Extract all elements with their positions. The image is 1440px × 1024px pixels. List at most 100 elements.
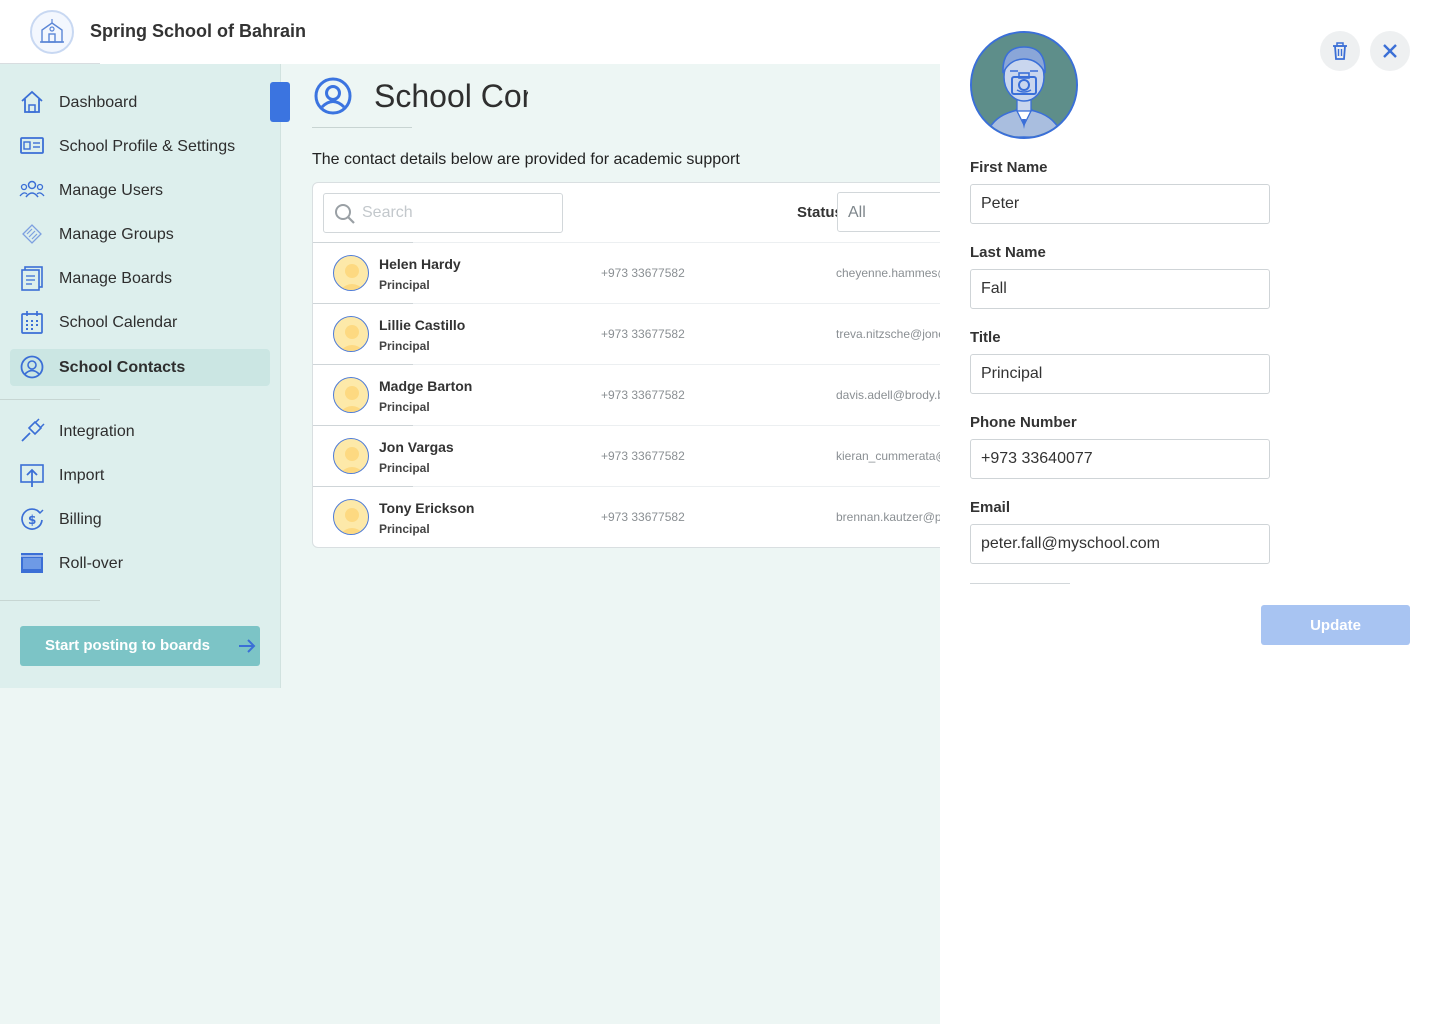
row-divider bbox=[313, 303, 413, 304]
sidebar-item-label: Manage Users bbox=[59, 181, 164, 199]
avatar bbox=[333, 499, 369, 535]
calendar-icon bbox=[19, 309, 45, 335]
contact-email: davis.adell@brody.b bbox=[836, 388, 941, 402]
contact-title: Principal bbox=[379, 461, 430, 475]
row-divider bbox=[313, 364, 413, 365]
contact-title: Principal bbox=[379, 278, 430, 292]
sidebar-item-manage-users[interactable]: Manage Users bbox=[10, 172, 270, 209]
sidebar-item-school-calendar[interactable]: School Calendar bbox=[10, 304, 270, 341]
title-field[interactable] bbox=[970, 354, 1270, 394]
last-name-label: Last Name bbox=[970, 244, 1046, 261]
contact-icon bbox=[314, 77, 352, 115]
close-icon bbox=[1383, 44, 1397, 58]
contact-email: treva.nitzsche@jone bbox=[836, 327, 941, 341]
svg-text:$: $ bbox=[28, 513, 36, 527]
table-row[interactable]: Tony Erickson Principal +973 33677582 br… bbox=[313, 486, 951, 547]
row-divider bbox=[313, 425, 413, 426]
contact-name: Jon Vargas bbox=[379, 439, 454, 455]
last-name-field[interactable] bbox=[970, 269, 1270, 309]
contact-name: Tony Erickson bbox=[379, 500, 475, 516]
avatar bbox=[333, 377, 369, 413]
sidebar-item-label: Import bbox=[59, 466, 105, 484]
search-input[interactable] bbox=[362, 202, 552, 224]
table-row[interactable]: Madge Barton Principal +973 33677582 dav… bbox=[313, 364, 951, 425]
status-filter-value: All bbox=[848, 204, 866, 221]
camera-icon[interactable] bbox=[1010, 72, 1038, 96]
sidebar-item-integration[interactable]: Integration bbox=[10, 413, 270, 450]
sidebar-item-label: Billing bbox=[59, 510, 102, 528]
sidebar-item-label: School Calendar bbox=[59, 313, 178, 331]
billing-icon: $ bbox=[19, 506, 45, 532]
table-row[interactable]: Lillie Castillo Principal +973 33677582 … bbox=[313, 303, 951, 364]
start-posting-button[interactable]: Start posting to boards bbox=[20, 626, 260, 666]
email-field[interactable] bbox=[970, 524, 1270, 564]
contact-icon bbox=[19, 354, 45, 380]
sidebar-item-label: School Profile & Settings bbox=[59, 137, 236, 155]
phone-number-field[interactable] bbox=[970, 439, 1270, 479]
start-posting-label: Start posting to boards bbox=[45, 637, 210, 654]
sidebar-item-label: Integration bbox=[59, 422, 135, 440]
sidebar: Dashboard School Profile & Settings Mana… bbox=[0, 64, 281, 688]
avatar bbox=[333, 438, 369, 474]
edit-contact-panel: First Name Last Name Title Phone Number … bbox=[940, 0, 1440, 1024]
first-name-field[interactable] bbox=[970, 184, 1270, 224]
sidebar-scroll-handle[interactable] bbox=[270, 82, 290, 122]
sidebar-item-label: Manage Groups bbox=[59, 225, 174, 243]
contact-phone: +973 33677582 bbox=[601, 388, 685, 402]
school-name: Spring School of Bahrain bbox=[90, 21, 307, 41]
plug-icon bbox=[19, 418, 45, 444]
contact-phone: +973 33677582 bbox=[601, 266, 685, 280]
id-card-icon bbox=[19, 133, 45, 159]
sidebar-item-manage-groups[interactable]: Manage Groups bbox=[10, 216, 270, 253]
boards-icon bbox=[19, 265, 45, 291]
avatar bbox=[333, 255, 369, 291]
contacts-table: Status All Helen Hardy Principal +973 33… bbox=[312, 182, 952, 548]
sidebar-item-label: Manage Boards bbox=[59, 269, 172, 287]
sidebar-divider bbox=[0, 600, 100, 601]
contact-title: Principal bbox=[379, 339, 430, 353]
arrow-right-icon bbox=[239, 639, 256, 653]
search-box[interactable] bbox=[323, 193, 563, 233]
sidebar-item-school-profile[interactable]: School Profile & Settings bbox=[10, 128, 270, 165]
contact-phone: +973 33677582 bbox=[601, 327, 685, 341]
trash-icon bbox=[1333, 42, 1347, 60]
home-icon bbox=[19, 89, 45, 115]
delete-button[interactable] bbox=[1320, 31, 1360, 71]
status-filter-label: Status bbox=[797, 204, 843, 221]
row-divider bbox=[313, 242, 413, 243]
avatar bbox=[333, 316, 369, 352]
sidebar-item-label: Dashboard bbox=[59, 93, 138, 111]
panel-divider bbox=[970, 583, 1070, 584]
close-button[interactable] bbox=[1370, 31, 1410, 71]
contact-email: kieran_cummerata@ bbox=[836, 449, 941, 463]
sidebar-item-manage-boards[interactable]: Manage Boards bbox=[10, 260, 270, 297]
contact-phone: +973 33677582 bbox=[601, 449, 685, 463]
contact-title: Principal bbox=[379, 522, 430, 536]
import-icon bbox=[19, 462, 45, 488]
sidebar-item-billing[interactable]: $ Billing bbox=[10, 501, 270, 538]
phone-number-label: Phone Number bbox=[970, 414, 1077, 431]
table-row[interactable]: Helen Hardy Principal +973 33677582 chey… bbox=[313, 242, 951, 303]
groups-icon bbox=[19, 221, 45, 247]
sidebar-item-label: School Contacts bbox=[59, 358, 186, 376]
sidebar-item-label: Roll-over bbox=[59, 554, 124, 572]
search-icon bbox=[335, 204, 355, 224]
school-logo[interactable] bbox=[30, 10, 74, 54]
contact-title: Principal bbox=[379, 400, 430, 414]
update-button[interactable]: Update bbox=[1261, 605, 1410, 645]
sidebar-item-roll-over[interactable]: Roll-over bbox=[10, 545, 270, 582]
row-divider bbox=[313, 486, 413, 487]
contact-email: brennan.kautzer@p bbox=[836, 510, 941, 524]
first-name-label: First Name bbox=[970, 159, 1048, 176]
contact-phone: +973 33677582 bbox=[601, 510, 685, 524]
sidebar-item-import[interactable]: Import bbox=[10, 457, 270, 494]
status-filter-select[interactable]: All bbox=[837, 192, 951, 232]
sidebar-item-dashboard[interactable]: Dashboard bbox=[10, 84, 270, 121]
contact-name: Madge Barton bbox=[379, 378, 473, 394]
table-row[interactable]: Jon Vargas Principal +973 33677582 kiera… bbox=[313, 425, 951, 486]
contact-name: Lillie Castillo bbox=[379, 317, 466, 333]
school-building-icon bbox=[40, 19, 64, 43]
sidebar-item-school-contacts[interactable]: School Contacts bbox=[10, 349, 270, 386]
intro-text: The contact details below are provided f… bbox=[312, 151, 740, 168]
rollover-icon bbox=[19, 550, 45, 576]
